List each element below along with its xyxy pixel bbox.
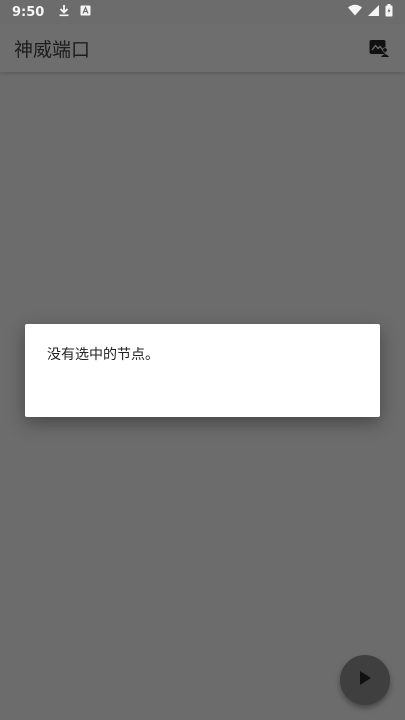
app-notification-icon [80, 5, 91, 20]
download-icon [58, 4, 70, 21]
status-right-icons [348, 3, 393, 21]
cellular-signal-icon [368, 4, 379, 20]
status-left-icons [58, 4, 91, 21]
app-title: 神威端口 [14, 38, 91, 61]
status-bar: 9:50 [0, 0, 405, 24]
message-dialog: 没有选中的节点。 [25, 324, 380, 417]
app-bar: 神威端口 [0, 24, 405, 72]
battery-icon [385, 3, 393, 21]
play-button[interactable] [340, 655, 390, 705]
wifi-icon [348, 4, 362, 20]
status-time: 9:50 [12, 4, 45, 20]
dialog-message: 没有选中的节点。 [47, 347, 159, 363]
gallery-person-icon[interactable] [367, 36, 391, 60]
play-icon [358, 670, 372, 690]
